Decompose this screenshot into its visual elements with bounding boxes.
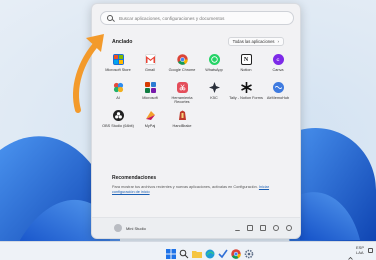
start-menu: Buscar aplicaciones, configuraciones y d… [91,3,301,239]
edge-icon[interactable] [205,246,215,259]
app-label: Canva [272,68,284,72]
search-icon [107,15,113,21]
app-label: Herramienta Recortes [171,96,193,105]
app-label: Notion [240,68,252,72]
pinned-app-snipping-tool[interactable]: Herramienta Recortes [166,82,198,108]
user-name: Mini Studio [126,225,146,231]
pinned-app-obs[interactable]: OBS Studio (64bit) [102,110,134,136]
all-apps-label: Todas las aplicaciones [232,39,275,44]
gmail-icon [144,54,156,65]
notion-icon: N [240,54,252,65]
pinned-app-k5c[interactable]: K5C [198,82,230,108]
language-indicator[interactable]: ESP LAA [356,245,364,255]
start-footer: Mini Studio [92,217,300,238]
app-label: HandBrake [172,124,192,128]
app-label: Microsoft Store [105,68,131,72]
app-label: Microsoft [142,96,158,100]
region-code: LAA [355,250,364,255]
microsoft-store-icon [112,54,124,65]
pinned-app-canva[interactable]: C Canva [262,54,294,80]
pinned-app-whatsapp[interactable]: WhatsApp [198,54,230,80]
network-icon[interactable] [368,247,373,253]
canva-icon: C [272,54,284,65]
avatar [114,224,122,232]
pinned-app-mypaj[interactable]: MyPaj [134,110,166,136]
app-label: AirMemoHub [266,96,290,100]
system-tray: ESP LAA [348,245,373,260]
settings-icon[interactable] [273,225,279,231]
windows-start-icon[interactable] [166,246,176,259]
download-icon[interactable] [235,225,240,231]
app-label: WhatsApp [205,68,223,72]
taskbar-apps [166,246,254,259]
pinned-app-notion[interactable]: N Notion [230,54,262,80]
pinned-app-microsoft[interactable]: Microsoft [134,82,166,108]
all-apps-button[interactable]: Todas las aplicaciones › [227,37,284,46]
tally-icon [240,82,252,93]
k5c-icon [208,82,220,93]
chevron-right-icon: › [277,39,279,44]
file-explorer-icon[interactable] [192,246,202,258]
pinned-app-ai[interactable]: AI [102,82,134,108]
pinned-app-microsoft-store[interactable]: Microsoft Store [102,54,134,80]
pinned-title: Anclado [112,39,133,45]
app-label: Gmail [145,68,155,72]
app-label: AI [116,96,120,100]
airmemohub-icon [272,82,284,93]
pinned-app-airmemohub[interactable]: AirMemoHub [262,82,294,108]
recommended-message: Para mostrar tus archivos recientes y nu… [112,185,258,189]
handbrake-icon [177,110,188,121]
search-icon[interactable] [179,246,189,259]
app-label: OBS Studio (64bit) [102,124,134,128]
pinned-header: Anclado Todas las aplicaciones › [112,37,284,47]
search-bar[interactable]: Buscar aplicaciones, configuraciones y d… [100,11,294,25]
search-placeholder: Buscar aplicaciones, configuraciones y d… [119,15,225,21]
documents-icon[interactable] [247,225,253,231]
pinned-app-gmail[interactable]: Gmail [134,54,166,80]
obs-icon [112,110,124,121]
pinned-app-chrome[interactable]: Google Chrome [166,54,198,80]
pinned-app-handbrake[interactable]: HandBrake [166,110,198,136]
whatsapp-icon [208,54,220,65]
check-icon[interactable] [218,246,228,259]
chevron-up-icon[interactable] [348,248,353,260]
app-label: K5C [210,96,218,100]
app-label: Google Chrome [168,68,196,72]
app-label: Tally - Notion Forms [229,96,263,100]
microsoft-icon [144,82,156,93]
power-icon[interactable] [286,225,292,231]
taskbar: ESP LAA [0,241,376,260]
settings-icon[interactable] [244,246,254,259]
user-account-button[interactable]: Mini Studio [114,224,146,232]
recommended-title: Recomendaciones [112,175,157,181]
recommended-text: Para mostrar tus archivos recientes y nu… [112,185,287,195]
pictures-icon[interactable] [260,225,266,231]
pinned-app-tally[interactable]: Tally - Notion Forms [229,82,263,108]
snipping-tool-icon [176,82,188,93]
chrome-icon[interactable] [231,246,241,259]
chrome-icon [176,54,188,65]
app-label: MyPaj [144,124,156,128]
mypaj-icon [145,110,156,121]
ai-icon [113,82,124,93]
footer-shortcuts [235,225,292,231]
